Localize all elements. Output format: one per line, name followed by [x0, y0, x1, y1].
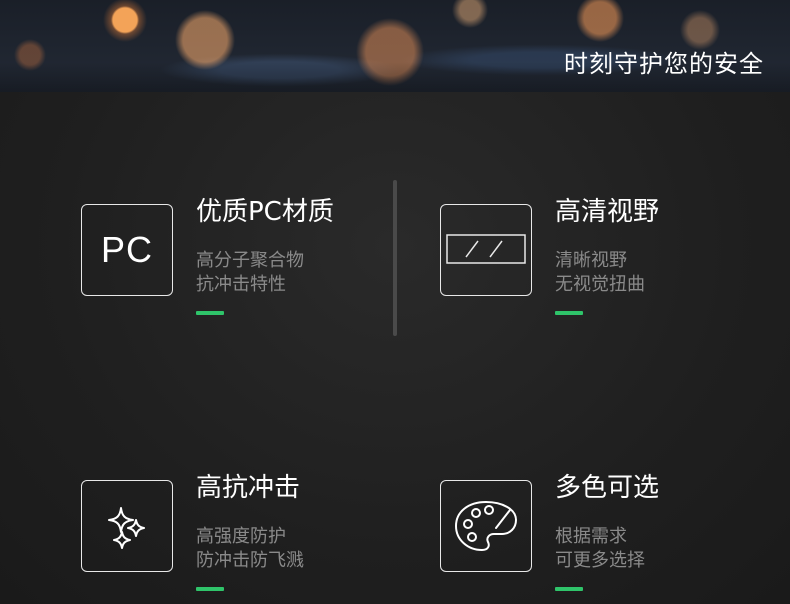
- feature-title-hd-view: 高清视野: [555, 197, 660, 227]
- hero-banner: 时刻守护您的安全: [0, 0, 790, 92]
- feature-title-impact: 高抗冲击: [196, 473, 301, 503]
- hd-view-icon-box: [440, 204, 532, 296]
- feature-desc-line2: 防冲击防飞溅: [196, 550, 304, 571]
- accent-bar: [555, 311, 583, 315]
- feature-desc-line1: 清晰视野: [555, 250, 627, 271]
- colors-icon-box: [440, 480, 532, 572]
- accent-bar: [196, 587, 224, 591]
- feature-desc-line1: 高分子聚合物: [196, 250, 304, 271]
- feature-desc-line2: 可更多选择: [555, 550, 645, 571]
- sparkle-icon: [108, 507, 145, 549]
- vertical-divider: [393, 180, 397, 336]
- palette-icon: [454, 500, 518, 552]
- feature-desc-line2: 抗冲击特性: [196, 274, 286, 295]
- feature-title-pc-material: 优质PC材质: [196, 197, 334, 227]
- lens-icon: [446, 234, 526, 264]
- pc-text-icon: PC: [100, 229, 153, 270]
- feature-title-colors: 多色可选: [555, 473, 660, 503]
- feature-desc-line2: 无视觉扭曲: [555, 274, 645, 295]
- feature-desc-line1: 根据需求: [555, 526, 627, 547]
- banner-title: 时刻守护您的安全: [564, 50, 764, 78]
- accent-bar: [196, 311, 224, 315]
- pc-material-icon-box: PC: [81, 204, 173, 296]
- impact-icon-box: [81, 480, 173, 572]
- feature-desc-line1: 高强度防护: [196, 526, 286, 547]
- accent-bar: [555, 587, 583, 591]
